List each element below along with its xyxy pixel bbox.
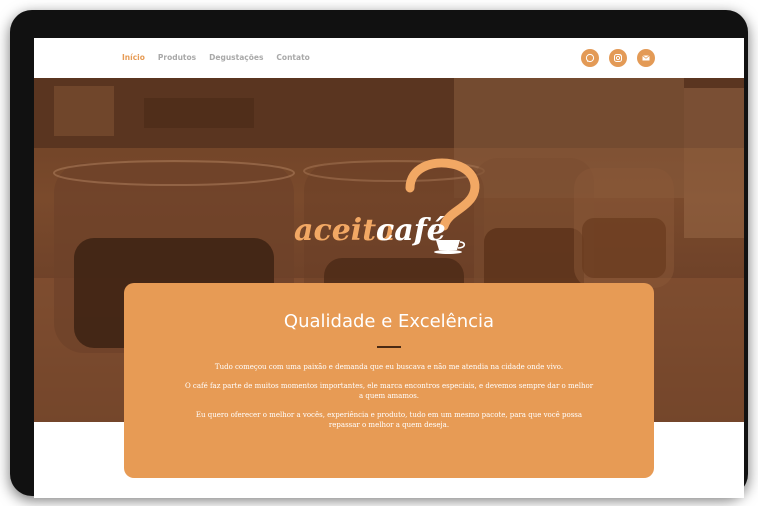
instagram-button[interactable] [609,49,627,67]
aceitacafe-logo: aceita café ® [294,158,480,254]
title-divider [377,346,401,348]
email-button[interactable] [637,49,655,67]
card-title: Qualidade e Excelência [283,311,495,332]
whatsapp-button[interactable] [581,49,599,67]
registered-mark: ® [430,224,437,232]
card-paragraph-1: Tudo começou com uma paixão e demanda qu… [214,363,564,371]
instagram-icon [614,54,622,62]
about-card: Qualidade e Excelência Tudo começou com … [124,283,654,478]
email-icon [642,55,650,61]
browser-viewport: Início Produtos Degustações Contato acei… [34,38,744,498]
nav-item-degustacoes[interactable]: Degustações [209,53,263,62]
whatsapp-icon [585,53,595,63]
device-frame: Início Produtos Degustações Contato acei… [10,10,748,498]
nav-menu: Início Produtos Degustações Contato [122,53,310,62]
nav-item-inicio[interactable]: Início [122,53,145,62]
social-links [581,49,655,67]
card-paragraph-3: Eu quero oferecer o melhor a vocês, expe… [195,411,583,429]
card-paragraph-2: O café faz parte de muitos momentos impo… [184,382,594,400]
nav-item-produtos[interactable]: Produtos [158,53,196,62]
nav-item-contato[interactable]: Contato [276,53,309,62]
top-navbar: Início Produtos Degustações Contato [34,38,744,78]
